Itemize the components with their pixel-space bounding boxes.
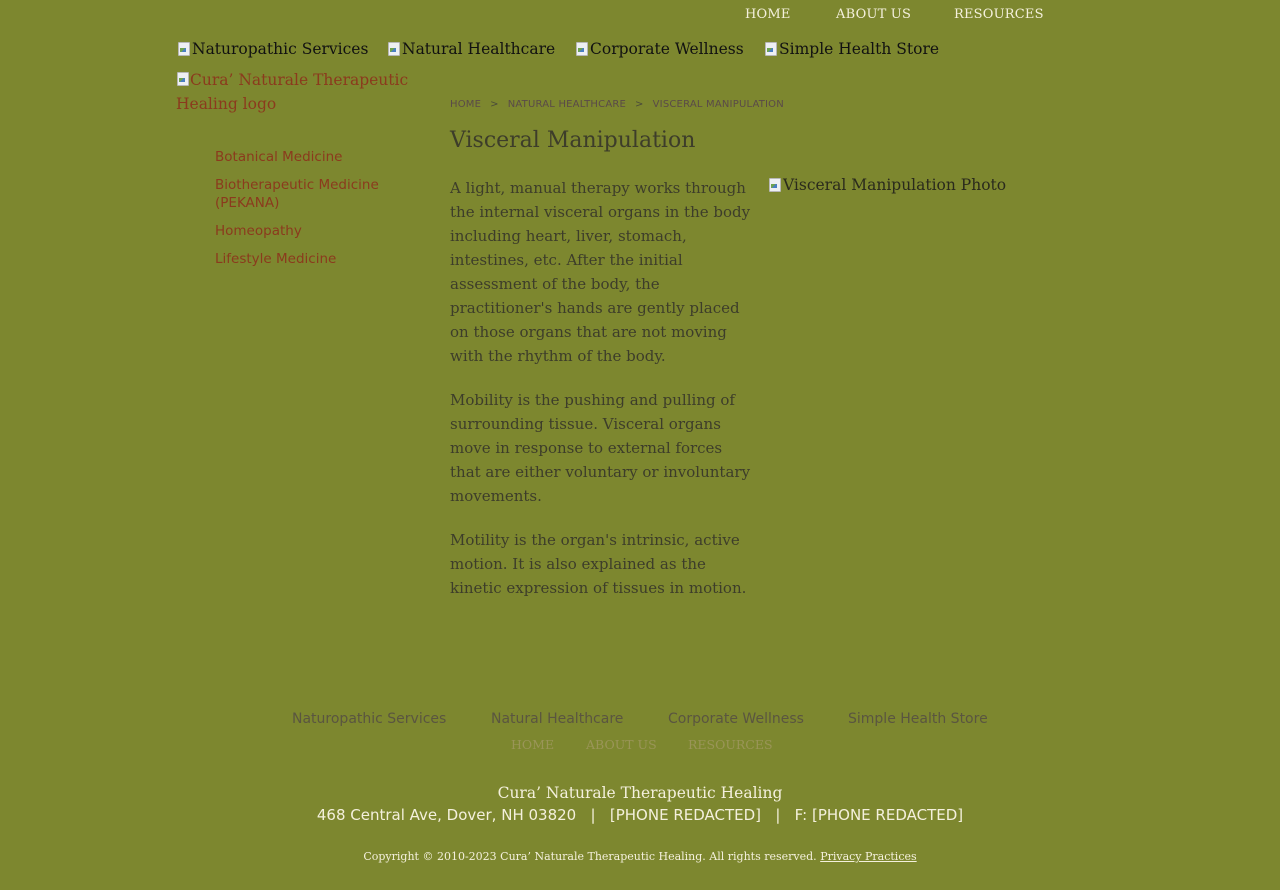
top-nav-resources-link[interactable]: RESOURCES — [954, 7, 1044, 22]
logo-alt-text: Cura’ Naturale Therapeutic Healing logo — [176, 71, 409, 113]
sidebar-item-biotherapeutic-medicine[interactable]: Biotherapeutic Medicine (PEKANA) — [215, 176, 415, 212]
sidebar-item-homeopathy[interactable]: Homeopathy — [215, 222, 415, 240]
main-nav-label: Corporate Wellness — [590, 40, 744, 58]
footer-nav-simple-health-store[interactable]: Simple Health Store — [848, 711, 988, 727]
copyright-text: Copyright © 2010-2023 Cura’ Naturale The… — [363, 850, 817, 863]
footer-nav-naturopathic-services[interactable]: Naturopathic Services — [292, 711, 446, 727]
main-nav-simple-health-store[interactable]: Simple Health Store — [764, 40, 939, 58]
breadcrumb: HOME > NATURAL HEALTHCARE > VISCERAL MANIPUL… — [450, 99, 784, 110]
content-paragraph: Motility is the organ's intrinsic, activ… — [450, 531, 747, 597]
breadcrumb-current: VISCERAL MANIPULATION — [652, 99, 784, 110]
top-nav-home-link[interactable]: HOME — [745, 7, 791, 22]
privacy-practices-link[interactable]: Privacy Practices — [820, 850, 916, 863]
photo-alt-text: Visceral Manipulation Photo — [783, 176, 1007, 194]
main-nav-natural-healthcare[interactable]: Natural Healthcare — [387, 40, 555, 58]
breadcrumb-section-link[interactable]: NATURAL HEALTHCARE — [508, 99, 626, 110]
content-paragraph: A light, manual therapy works through th… — [450, 179, 751, 365]
broken-image-icon — [176, 72, 190, 86]
footer-nav-natural-healthcare[interactable]: Natural Healthcare — [491, 711, 623, 727]
breadcrumb-separator: > — [490, 99, 499, 110]
footer-util-home-link[interactable]: HOME — [511, 737, 554, 752]
sidebar-item-lifestyle-medicine[interactable]: Lifestyle Medicine — [215, 250, 415, 268]
footer-util-about-link[interactable]: ABOUT US — [586, 737, 657, 752]
visceral-manipulation-photo: Visceral Manipulation Photo — [768, 176, 1006, 194]
broken-image-icon — [764, 42, 778, 56]
main-nav-label: Natural Healthcare — [402, 40, 556, 58]
footer-copyright: Copyright © 2010-2023 Cura’ Naturale The… — [0, 850, 1280, 863]
footer-business-name: Cura’ Naturale Therapeutic Healing — [497, 784, 783, 802]
breadcrumb-separator: > — [635, 99, 644, 110]
broken-image-icon — [177, 42, 191, 56]
page-title: Visceral Manipulation — [450, 128, 696, 153]
broken-image-icon — [575, 42, 589, 56]
sidebar-item-botanical-medicine[interactable]: Botanical Medicine — [215, 148, 415, 166]
main-nav-naturopathic-services[interactable]: Naturopathic Services — [177, 40, 368, 58]
site-logo[interactable]: Cura’ Naturale Therapeutic Healing logo — [176, 68, 426, 116]
content-paragraph: Mobility is the pushing and pulling of s… — [450, 391, 751, 505]
footer-util-resources-link[interactable]: RESOURCES — [688, 737, 773, 752]
main-nav-label: Naturopathic Services — [192, 40, 369, 58]
main-nav-label: Simple Health Store — [779, 40, 940, 58]
main-nav-corporate-wellness[interactable]: Corporate Wellness — [575, 40, 744, 58]
footer-nav-corporate-wellness[interactable]: Corporate Wellness — [668, 711, 804, 727]
breadcrumb-home-link[interactable]: HOME — [450, 99, 481, 110]
broken-image-icon — [387, 42, 401, 56]
top-nav-about-link[interactable]: ABOUT US — [836, 7, 911, 22]
broken-image-icon — [768, 178, 782, 192]
footer-contact-info: 468 Central Ave, Dover, NH 03820 | [PHON… — [316, 806, 964, 824]
